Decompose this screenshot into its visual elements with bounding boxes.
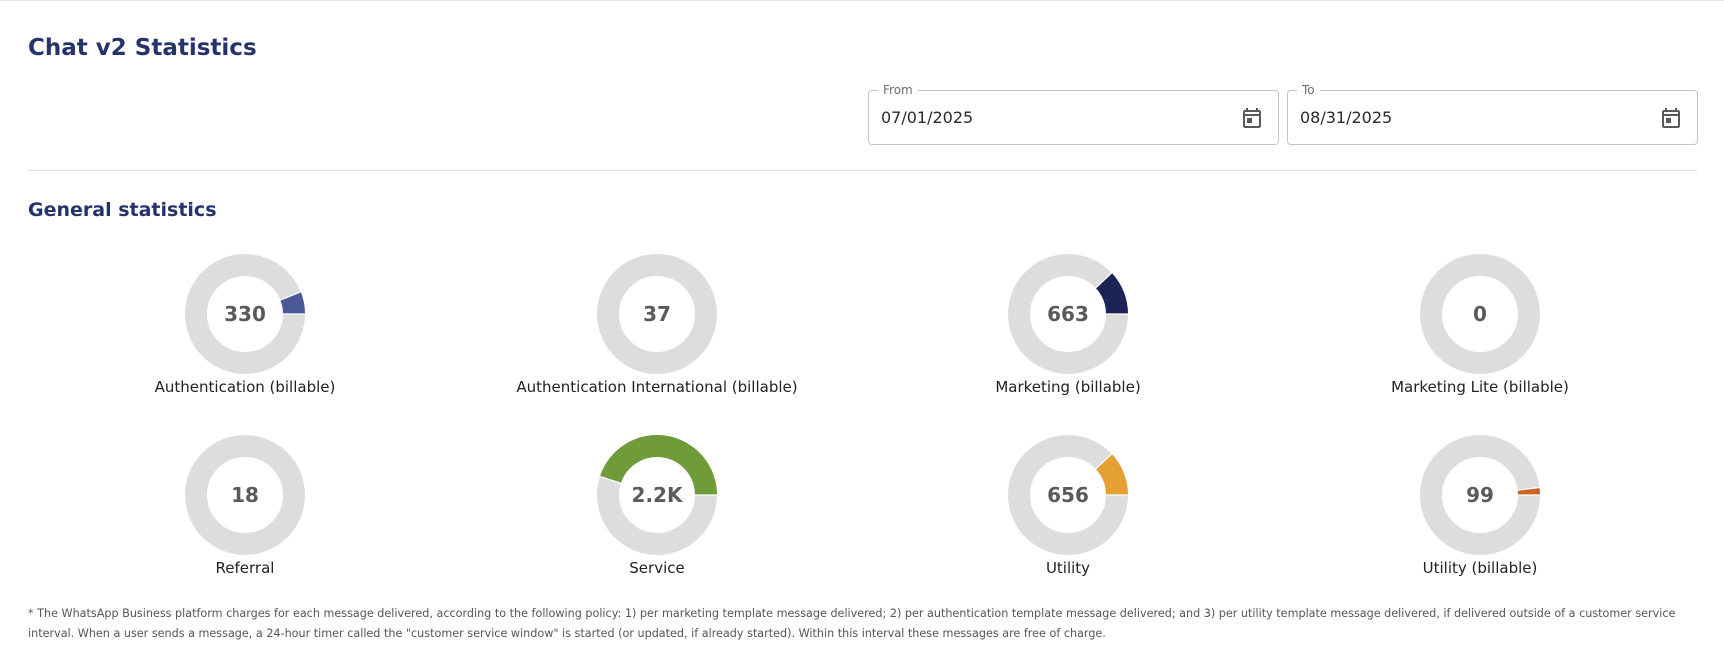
donut-chart: 18 [185,435,305,555]
billing-footnote: * The WhatsApp Business platform charges… [28,607,1676,640]
calendar-icon[interactable] [1240,106,1264,130]
stat-label: Utility [1045,559,1091,577]
stat-label: Authentication (billable) [154,378,336,396]
stat-value: 2.2K [631,483,683,507]
donut-chart: 2.2K [597,435,717,555]
donut-chart: 0 [1420,254,1540,374]
donut-chart: 99 [1420,435,1540,555]
stat-value: 18 [231,483,259,507]
stat-card-utility: 656 Utility [918,435,1218,585]
stat-value: 99 [1466,483,1494,507]
section-divider [28,170,1698,171]
stat-value: 0 [1473,302,1487,326]
stat-card-marketing-lite-billable: 0 Marketing Lite (billable) [1330,254,1630,404]
donut-chart: 656 [1008,435,1128,555]
stat-value: 330 [224,302,266,326]
stat-label: Utility (billable) [1422,559,1538,577]
from-date-field[interactable]: From [868,82,1279,145]
stat-card-authentication-billable: 330 Authentication (billable) [95,254,395,404]
statistics-page: Chat v2 Statistics From To General stati… [0,0,1724,666]
stat-label: Marketing (billable) [995,378,1141,396]
stat-label: Authentication International (billable) [516,378,798,396]
stat-value: 656 [1047,483,1089,507]
stat-card-service: 2.2K Service [507,435,807,585]
stat-label: Service [629,559,685,577]
donut-chart: 330 [185,254,305,374]
section-title: General statistics [28,199,217,221]
stat-value: 663 [1047,302,1089,326]
calendar-icon[interactable] [1659,106,1683,130]
stat-label: Marketing Lite (billable) [1391,378,1569,396]
page-title: Chat v2 Statistics [28,35,257,61]
stat-card-referral: 18 Referral [95,435,395,585]
donut-chart: 37 [597,254,717,374]
to-date-field[interactable]: To [1287,82,1698,145]
to-date-input[interactable] [1300,91,1630,144]
stat-card-marketing-billable: 663 Marketing (billable) [918,254,1218,404]
donut-chart: 663 [1008,254,1128,374]
stat-value: 37 [643,302,671,326]
from-date-input[interactable] [881,91,1211,144]
stat-card-utility-billable: 99 Utility (billable) [1330,435,1630,585]
stat-label: Referral [215,559,275,577]
stat-card-authentication-international-billable: 37 Authentication International (billabl… [507,254,807,404]
